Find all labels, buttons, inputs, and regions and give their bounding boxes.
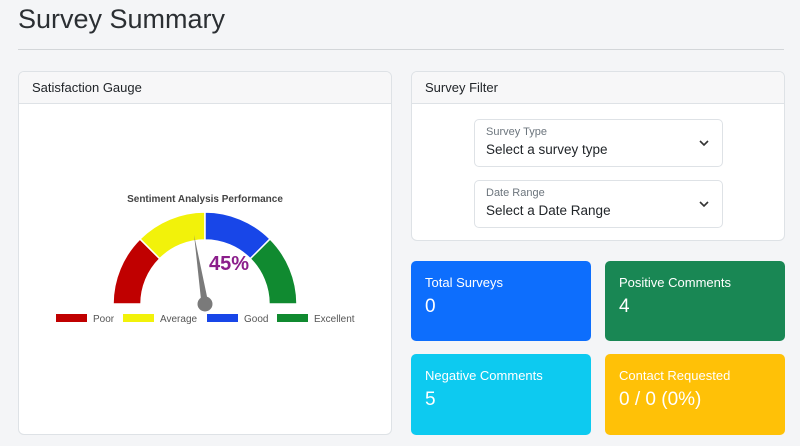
total-surveys-card[interactable]: Total Surveys 0 xyxy=(411,261,591,341)
legend-swatch-poor xyxy=(56,314,87,322)
gauge-chart-title: Sentiment Analysis Performance xyxy=(127,194,283,205)
title-divider xyxy=(18,49,784,50)
negative-comments-value: 5 xyxy=(425,389,436,410)
survey-filter-card: Survey Filter Survey Type Select a surve… xyxy=(411,71,785,241)
page-title: Survey Summary xyxy=(18,4,226,34)
satisfaction-gauge-card: Satisfaction Gauge Sentiment Analysis Pe… xyxy=(18,71,392,435)
contact-requested-label: Contact Requested xyxy=(619,368,731,383)
filter-card-header: Survey Filter xyxy=(412,72,784,104)
contact-requested-value: 0 / 0 (0%) xyxy=(619,389,702,410)
date-range-value: Select a Date Range xyxy=(486,203,611,218)
gauge-card-header: Satisfaction Gauge xyxy=(19,72,391,104)
chevron-down-icon xyxy=(699,140,709,147)
gauge-needle-pointer xyxy=(194,234,209,305)
legend-label-average: Average xyxy=(160,314,198,325)
positive-comments-card[interactable]: Positive Comments 4 xyxy=(605,261,785,341)
legend-swatch-average xyxy=(123,314,154,322)
chevron-down-icon xyxy=(699,201,709,208)
survey-type-select[interactable]: Survey Type Select a survey type xyxy=(474,119,723,167)
total-surveys-label: Total Surveys xyxy=(425,275,504,290)
date-range-select[interactable]: Date Range Select a Date Range xyxy=(474,180,723,228)
legend-swatch-good xyxy=(207,314,238,322)
gauge-legend: Poor Average Good Excellent xyxy=(56,314,355,325)
legend-label-good: Good xyxy=(244,314,268,325)
gauge-needle-hub xyxy=(197,296,213,312)
legend-label-poor: Poor xyxy=(93,314,115,325)
survey-type-label: Survey Type xyxy=(486,126,547,138)
total-surveys-value: 0 xyxy=(425,296,436,317)
positive-comments-label: Positive Comments xyxy=(619,275,731,290)
legend-label-excellent: Excellent xyxy=(314,314,355,325)
negative-comments-label: Negative Comments xyxy=(425,368,543,383)
legend-swatch-excellent xyxy=(277,314,308,322)
contact-requested-card[interactable]: Contact Requested 0 / 0 (0%) xyxy=(605,354,785,435)
sentiment-gauge-chart: Sentiment Analysis Performance 45% Poor A… xyxy=(56,194,355,325)
positive-comments-value: 4 xyxy=(619,296,630,317)
gauge-value-label: 45% xyxy=(209,253,249,275)
negative-comments-card[interactable]: Negative Comments 5 xyxy=(411,354,591,435)
date-range-label: Date Range xyxy=(486,187,545,199)
survey-type-value: Select a survey type xyxy=(486,142,608,157)
